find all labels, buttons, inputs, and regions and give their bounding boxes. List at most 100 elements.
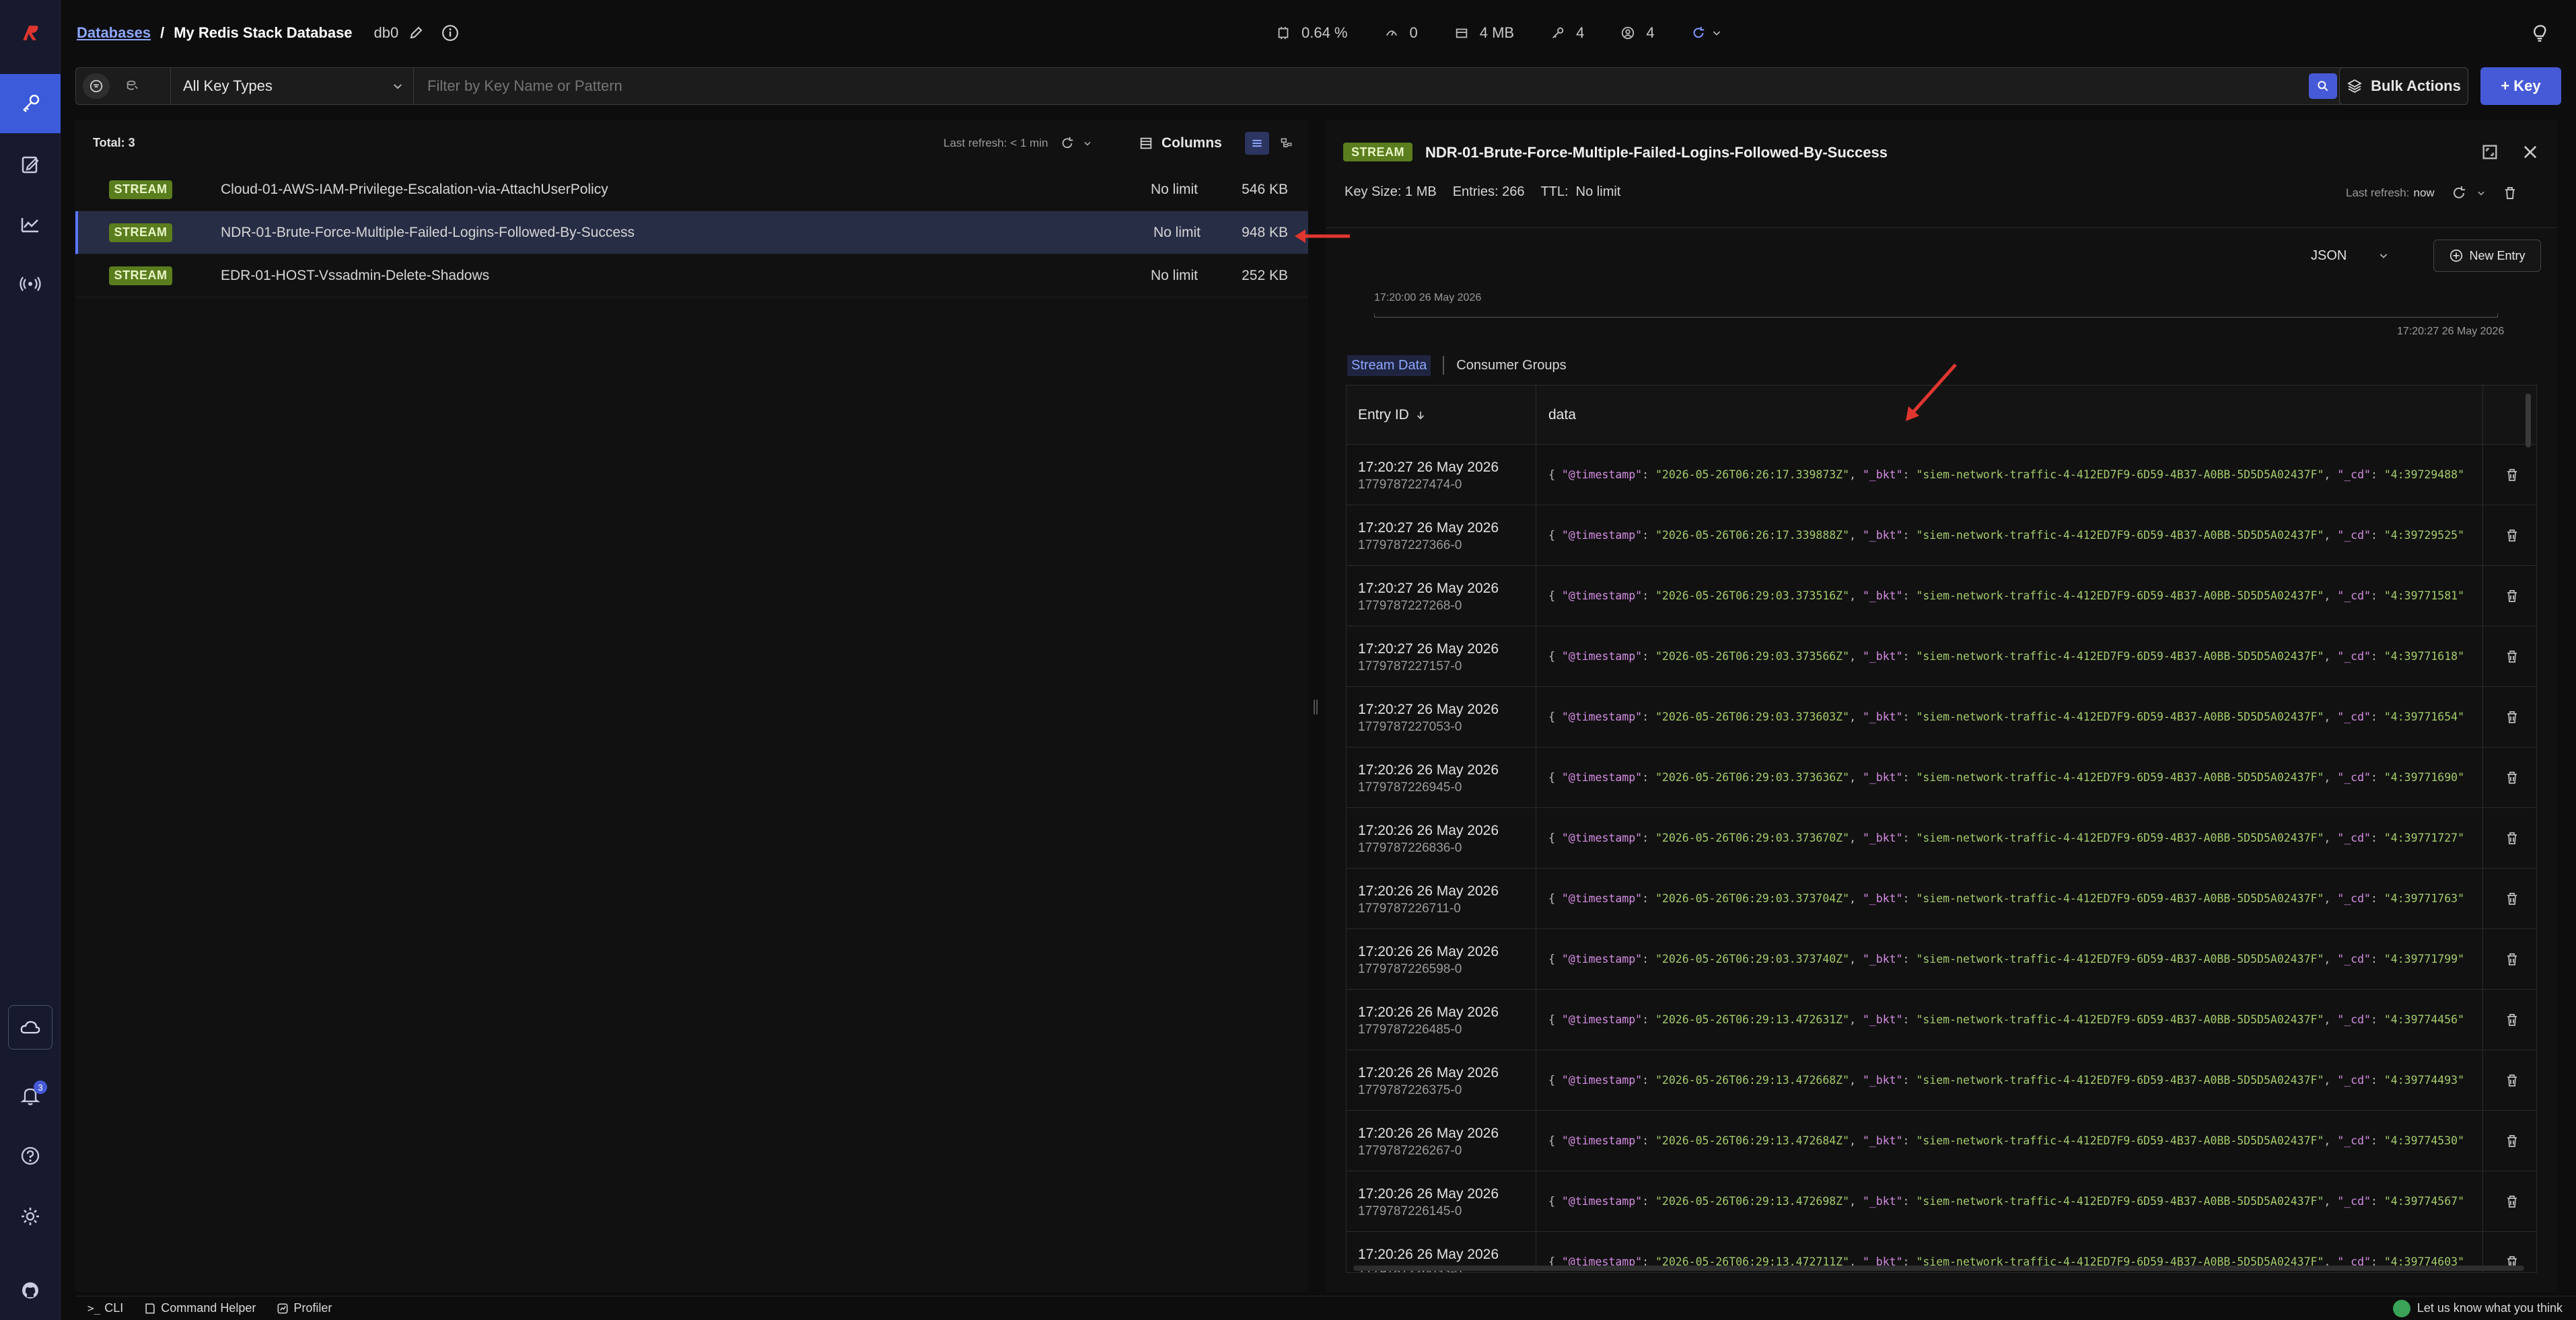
nav-browser[interactable] [0,74,61,133]
key-list-row[interactable]: STREAM NDR-01-Brute-Force-Multiple-Failed… [75,211,1308,254]
vertical-scrollbar[interactable] [2526,394,2531,447]
entry-data-cell[interactable]: { "@timestamp": "2026-05-26T06:29:03.373… [1548,929,2470,990]
auto-refresh-stats[interactable] [1691,26,1722,40]
entry-data-cell[interactable]: { "@timestamp": "2026-05-26T06:26:17.339… [1548,505,2470,566]
stream-entry-row[interactable]: 17:20:27 26 May 2026 1779787227474-0 { "@t… [1347,445,2536,505]
chevron-down-icon[interactable] [2476,188,2486,198]
columns-button[interactable]: Columns [1139,133,1222,153]
nav-github[interactable] [0,1261,61,1320]
entry-id: 1779787227053-0 [1358,720,1462,734]
stream-entry-row[interactable]: 17:20:27 26 May 2026 1779787227268-0 { "@t… [1347,566,2536,626]
delete-entry-icon[interactable] [2504,1072,2520,1089]
nav-cloud[interactable] [8,1005,52,1050]
key-list-row[interactable]: STREAM Cloud-01-AWS-IAM-Privilege-Escalat… [75,168,1308,211]
delete-entry-icon[interactable] [2504,466,2520,484]
delete-key-icon[interactable] [2502,185,2518,201]
stream-entry-row[interactable]: 17:20:26 26 May 2026 1779787226375-0 { "@t… [1347,1050,2536,1111]
search-button[interactable] [2309,73,2337,99]
nav-pubsub[interactable] [0,254,61,314]
stream-entry-row[interactable]: 17:20:26 26 May 2026 1779787226836-0 { "@t… [1347,808,2536,869]
profiler-button[interactable]: Profiler [276,1301,332,1315]
entry-data-cell[interactable]: { "@timestamp": "2026-05-26T06:29:03.373… [1548,626,2470,687]
delete-entry-icon[interactable] [2504,1132,2520,1150]
entry-data-cell[interactable]: { "@timestamp": "2026-05-26T06:29:13.472… [1548,1050,2470,1111]
stream-entry-row[interactable]: 17:20:26 26 May 2026 1779787226267-0 { "@t… [1347,1111,2536,1171]
key-type-select[interactable]: All Key Types [170,68,414,104]
key-list-row[interactable]: STREAM EDR-01-HOST-Vssadmin-Delete-Shadow… [75,254,1308,297]
redis-logo-icon [23,26,38,40]
key-name-title[interactable]: NDR-01-Brute-Force-Multiple-Failed-Login… [1425,144,1888,161]
command-helper-label: Command Helper [161,1301,256,1315]
delete-entry-icon[interactable] [2504,951,2520,968]
add-key-label: + Key [2501,77,2541,94]
new-entry-button[interactable]: New Entry [2433,240,2541,272]
entry-data-cell[interactable]: { "@timestamp": "2026-05-26T06:29:13.472… [1548,1171,2470,1232]
key-filter-input[interactable] [426,73,2297,99]
entry-data-cell[interactable]: { "@timestamp": "2026-05-26T06:29:03.373… [1548,566,2470,626]
delete-entry-icon[interactable] [2504,890,2520,908]
lightbulb-icon[interactable] [2530,23,2549,43]
refresh-icon[interactable] [2451,185,2467,201]
refresh-icon[interactable] [1060,136,1075,151]
format-select[interactable]: JSON [2300,241,2400,270]
sort-down-icon [1417,411,1424,420]
chevron-down-icon[interactable] [1083,139,1092,148]
delete-entry-icon[interactable] [2504,587,2520,605]
entry-id: 1779787226598-0 [1358,962,1462,976]
redis-logo[interactable] [0,0,61,66]
nav-analytics[interactable] [0,195,61,254]
tab-stream-data[interactable]: Stream Data [1347,355,1431,376]
stat-cpu: 0.64 % [1276,24,1348,42]
bulk-actions-button[interactable]: Bulk Actions [2339,67,2468,105]
stream-entry-row[interactable]: 17:20:26 26 May 2026 1779787226598-0 { "@t… [1347,929,2536,990]
column-entry-id[interactable]: Entry ID [1347,386,1536,445]
horizontal-scrollbar[interactable] [1353,1266,2524,1271]
search-mode-toggle[interactable] [119,73,146,99]
nav-help[interactable] [0,1126,61,1185]
fullscreen-icon[interactable] [2480,143,2499,161]
nav-notifications[interactable]: 3 [0,1066,61,1125]
entry-data-cell[interactable]: { "@timestamp": "2026-05-26T06:29:13.472… [1548,990,2470,1050]
delete-entry-icon[interactable] [2504,1011,2520,1029]
stream-entry-row[interactable]: 17:20:26 26 May 2026 1779787226485-0 { "@t… [1347,990,2536,1050]
delete-entry-icon[interactable] [2504,769,2520,786]
info-icon[interactable] [441,24,459,42]
add-key-button[interactable]: + Key [2480,67,2561,105]
panel-resize-handle[interactable] [1314,700,1318,714]
stream-entry-row[interactable]: 17:20:27 26 May 2026 1779787227366-0 { "@t… [1347,505,2536,566]
nav-settings[interactable] [0,1187,61,1246]
stream-entry-row[interactable]: 17:20:26 26 May 2026 1779787226145-0 { "@t… [1347,1171,2536,1232]
entry-id: 1779787226711-0 [1358,902,1461,916]
stream-entry-row[interactable]: 17:20:26 26 May 2026 1779787226945-0 { "@t… [1347,747,2536,808]
cli-button[interactable]: >_ CLI [87,1301,123,1315]
entry-data-cell[interactable]: { "@timestamp": "2026-05-26T06:29:03.373… [1548,747,2470,808]
delete-entry-icon[interactable] [2504,708,2520,726]
entry-data-cell[interactable]: { "@timestamp": "2026-05-26T06:29:03.373… [1548,808,2470,869]
list-view-toggle[interactable] [1245,132,1269,155]
nav-workbench[interactable] [0,135,61,194]
breadcrumb-databases-link[interactable]: Databases [77,24,151,42]
stream-entry-row[interactable]: 17:20:27 26 May 2026 1779787227053-0 { "@t… [1347,687,2536,747]
feedback-link[interactable]: Let us know what you think [2392,1299,2563,1317]
entry-cd-value: 4:39729488 [2390,468,2458,481]
tab-consumer-groups[interactable]: Consumer Groups [1456,358,1566,373]
filter-mode-toggle[interactable] [83,73,110,99]
entry-data-cell[interactable]: { "@timestamp": "2026-05-26T06:29:03.373… [1548,869,2470,929]
cli-label: CLI [104,1301,124,1315]
delete-entry-icon[interactable] [2504,527,2520,544]
entry-data-cell[interactable]: { "@timestamp": "2026-05-26T06:29:03.373… [1548,687,2470,747]
edit-icon[interactable] [408,25,424,41]
close-icon[interactable] [2521,143,2540,161]
delete-entry-icon[interactable] [2504,830,2520,847]
command-helper-button[interactable]: Command Helper [143,1301,256,1315]
stream-entry-row[interactable]: 17:20:26 26 May 2026 1779787226711-0 { "@t… [1347,869,2536,929]
range-slider[interactable] [1374,314,2498,318]
detail-refresh: Last refresh: now [2346,183,2518,203]
delete-entry-icon[interactable] [2504,648,2520,665]
delete-entry-icon[interactable] [2504,1193,2520,1210]
entry-data-cell[interactable]: { "@timestamp": "2026-05-26T06:29:13.472… [1548,1111,2470,1171]
stream-entry-row[interactable]: 17:20:27 26 May 2026 1779787227157-0 { "@t… [1347,626,2536,687]
tree-view-toggle[interactable] [1275,132,1299,155]
entry-data-cell[interactable]: { "@timestamp": "2026-05-26T06:26:17.339… [1548,445,2470,505]
help-icon [21,1146,40,1165]
